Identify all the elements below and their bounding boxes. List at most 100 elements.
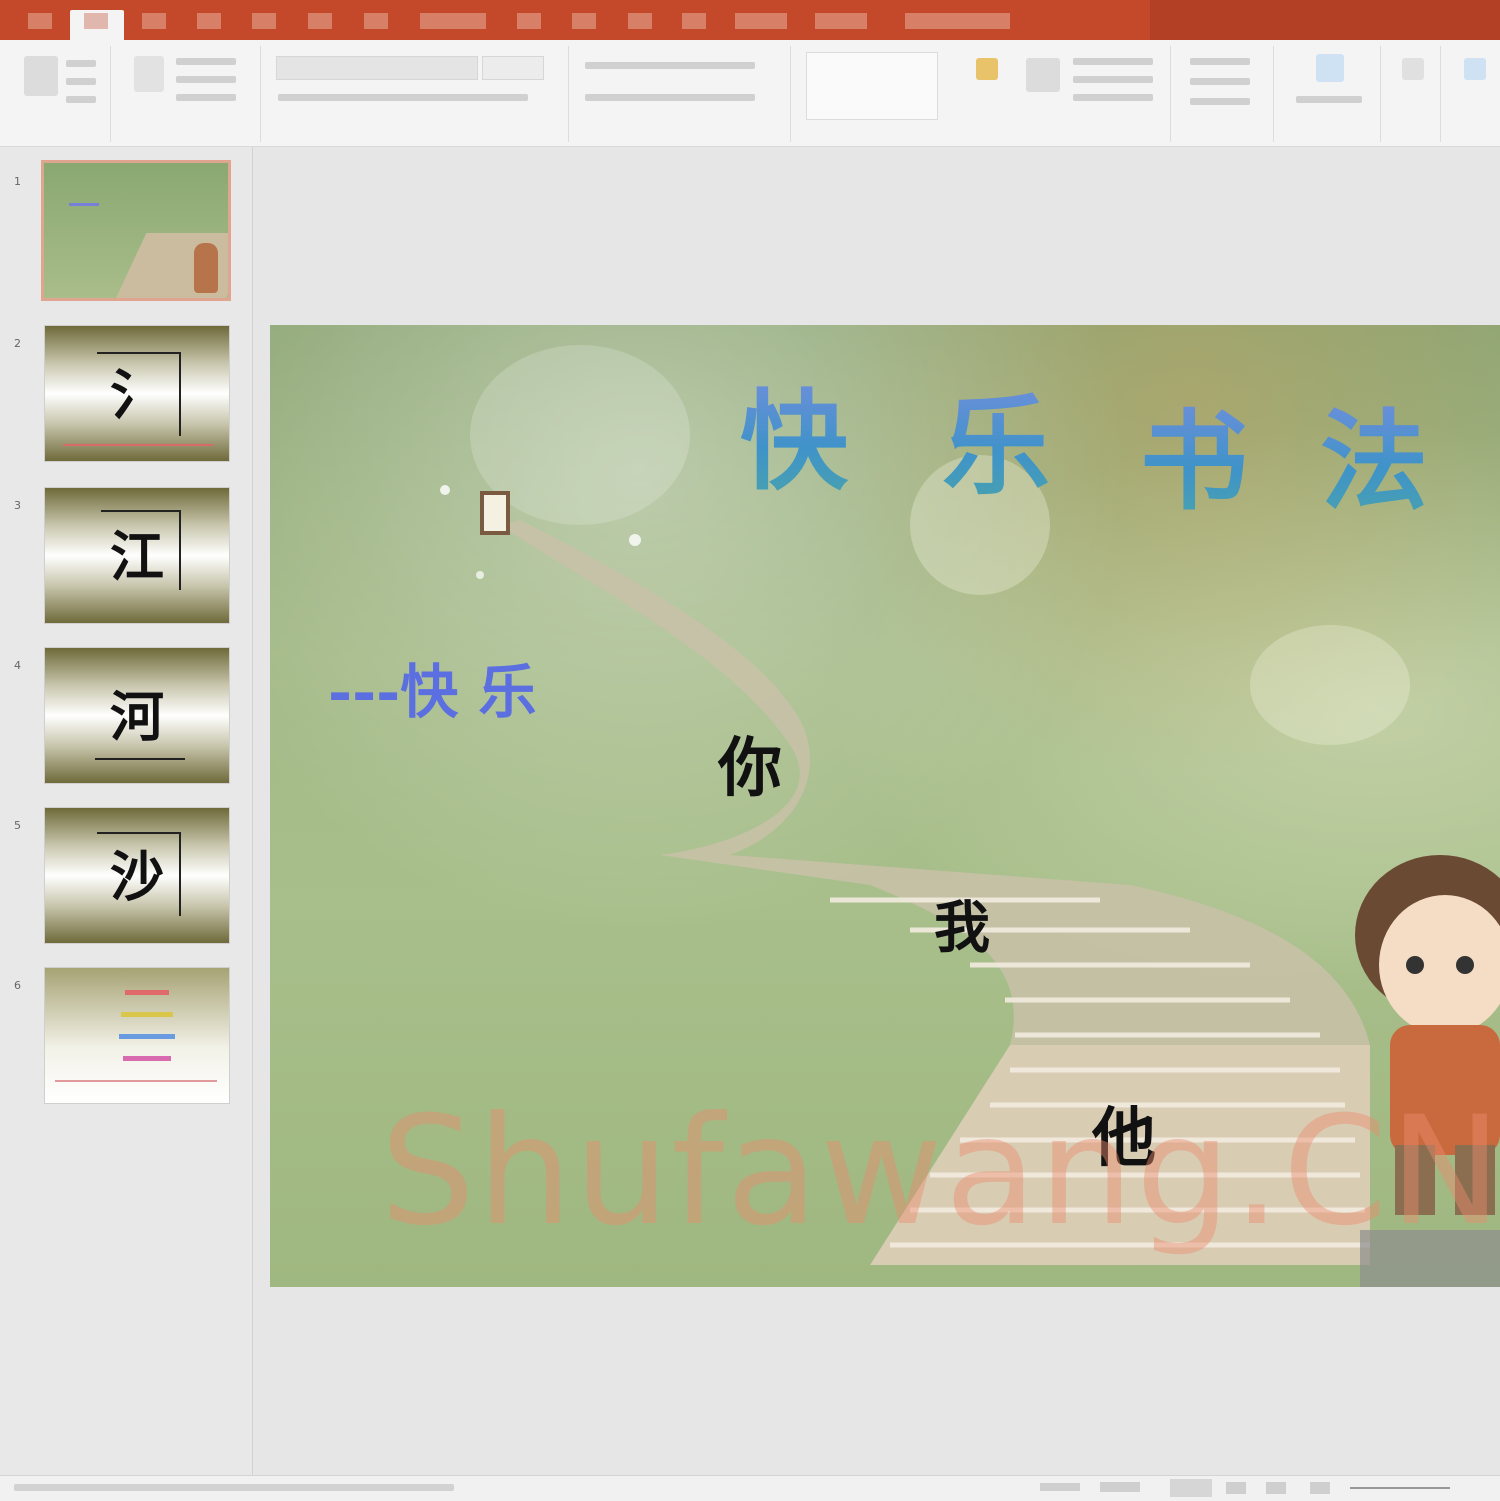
slide-thumbnail-1[interactable] (41, 160, 231, 301)
thumbnail-number: 2 (14, 337, 21, 350)
title-bar-shadow (1150, 0, 1500, 40)
select-button[interactable] (1190, 98, 1250, 105)
paste-icon[interactable] (24, 56, 58, 96)
notes-button[interactable] (1040, 1483, 1080, 1491)
stair-char[interactable]: 你 (718, 717, 782, 809)
underline-mark (63, 444, 213, 446)
sparkle (440, 485, 450, 495)
ribbon-group-slides (120, 46, 261, 142)
tab-text-strip (815, 13, 867, 29)
tab-text-strip (735, 13, 787, 29)
thumbnail-number: 3 (14, 499, 21, 512)
tab-text-strip (84, 13, 108, 29)
sparkle (476, 571, 484, 579)
ribbon-group-voice (1388, 46, 1441, 142)
tab-text-strip (28, 13, 52, 29)
microphone-icon[interactable] (1402, 58, 1424, 80)
tab-text-strip (572, 13, 596, 29)
designer-icon[interactable] (1316, 54, 1344, 82)
child-figure (194, 243, 218, 293)
slide-title-char[interactable]: 法 (1320, 375, 1428, 531)
tab-text-strip (252, 13, 276, 29)
zoom-slider[interactable] (1350, 1487, 1450, 1489)
copy-icon[interactable] (66, 78, 96, 85)
ribbon-group-paragraph (575, 46, 791, 142)
thumbnail-char: 河 (110, 684, 164, 749)
list-buttons[interactable] (585, 62, 755, 69)
slide-editing-area[interactable]: 快 乐 书 法 ---快 乐 你 我 他 Shufawang.CN (253, 147, 1500, 1475)
thumbnail-char: 沙 (110, 844, 164, 909)
text-line (123, 1056, 171, 1061)
text-line (119, 1034, 175, 1039)
tab-text-strip (905, 13, 1010, 29)
sparkle (629, 534, 641, 546)
find-button[interactable] (1190, 58, 1250, 65)
slide-title-char[interactable]: 快 (740, 355, 848, 511)
slideshow-icon[interactable] (1310, 1482, 1330, 1494)
text-line (121, 1012, 173, 1017)
font-size-dropdown[interactable] (482, 56, 544, 80)
underline-mark (95, 758, 185, 760)
slide-title-char[interactable]: 乐 (942, 360, 1050, 516)
slide-sorter-icon[interactable] (1226, 1482, 1246, 1494)
ribbon-group-clipboard (10, 46, 111, 142)
thumbnail-char: 氵 (110, 362, 164, 427)
thumbnail-number: 6 (14, 979, 21, 992)
tab-text-strip (682, 13, 706, 29)
shape-effects-button[interactable] (1073, 94, 1153, 101)
slide-thumbnail-6[interactable] (44, 967, 230, 1104)
thumbnail-number: 5 (14, 819, 21, 832)
tab-text-strip (420, 13, 486, 29)
tab-text-strip (142, 13, 166, 29)
ribbon-group-drawing (798, 46, 1171, 142)
thumbnail-number: 1 (14, 175, 21, 188)
status-info-strip (14, 1484, 454, 1491)
reading-view-icon[interactable] (1266, 1482, 1286, 1494)
watermark-text: Shufawang.CN (380, 1085, 1500, 1259)
thumbnail-number: 4 (14, 659, 21, 672)
layout-button[interactable] (176, 58, 236, 65)
tab-text-strip (517, 13, 541, 29)
quick-styles-icon[interactable] (1026, 58, 1060, 92)
designer-label (1296, 96, 1362, 103)
replace-button[interactable] (1190, 78, 1250, 85)
shape-outline-button[interactable] (1073, 76, 1153, 83)
normal-view-icon[interactable] (1170, 1479, 1212, 1497)
slide-thumbnail-2[interactable]: 氵 (44, 325, 230, 462)
slide-subtitle[interactable]: ---快 乐 (328, 645, 536, 729)
ribbon (0, 40, 1500, 147)
align-buttons[interactable] (585, 94, 755, 101)
tab-text-strip (197, 13, 221, 29)
tab-text-strip (308, 13, 332, 29)
tab-text-strip (364, 13, 388, 29)
ribbon-group-designer (1280, 46, 1381, 142)
font-name-dropdown[interactable] (276, 56, 478, 80)
cut-icon[interactable] (66, 60, 96, 67)
border-mark (55, 1080, 217, 1082)
arrange-icon[interactable] (976, 58, 998, 80)
reset-button[interactable] (176, 76, 236, 83)
text-line (125, 990, 169, 995)
stair-char[interactable]: 我 (934, 883, 990, 964)
new-slide-icon[interactable] (134, 56, 164, 92)
slide-thumbnail-5[interactable]: 沙 (44, 807, 230, 944)
slide-thumbnail-3[interactable]: 江 (44, 487, 230, 624)
slide-thumbnail-pane[interactable]: 1 2 氵 3 江 4 河 5 沙 6 (0, 147, 253, 1475)
door-shape (480, 491, 510, 535)
font-format-buttons[interactable] (278, 94, 528, 101)
format-painter-icon[interactable] (66, 96, 96, 103)
subtitle-mark (69, 203, 99, 206)
shapes-gallery[interactable] (806, 52, 938, 120)
ribbon-group-extra (1448, 46, 1500, 142)
section-button[interactable] (176, 94, 236, 101)
ribbon-tab-bar (0, 0, 1500, 40)
ribbon-group-editing (1178, 46, 1274, 142)
addin-icon[interactable] (1464, 58, 1486, 80)
slide-thumbnail-4[interactable]: 河 (44, 647, 230, 784)
comments-button[interactable] (1100, 1482, 1140, 1492)
ribbon-group-font (268, 46, 569, 142)
shape-fill-button[interactable] (1073, 58, 1153, 65)
slide-title-char[interactable]: 书 (1140, 375, 1248, 531)
current-slide[interactable]: 快 乐 书 法 ---快 乐 你 我 他 Shufawang.CN (270, 325, 1500, 1287)
thumbnail-char: 江 (110, 524, 164, 589)
